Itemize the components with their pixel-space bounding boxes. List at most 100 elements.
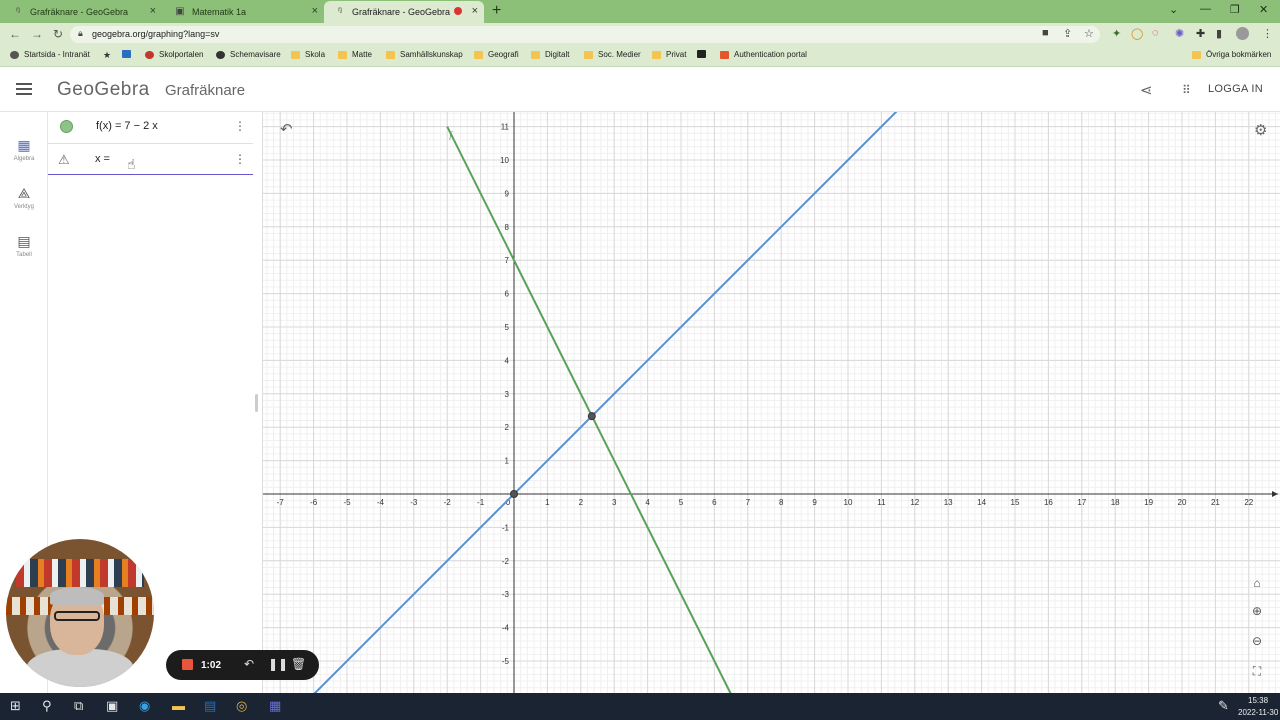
x-tick-label: 9	[812, 498, 817, 507]
address-bar[interactable]: geogebra.org/graphing?lang=sv	[70, 26, 1100, 43]
geogebra-icon: ᵑ	[338, 6, 342, 17]
fullscreen-icon[interactable]: ⛶	[1249, 664, 1265, 679]
rail-table[interactable]: ▤ Tabell	[0, 233, 48, 258]
x-tick-label: 19	[1144, 498, 1153, 507]
pen-icon[interactable]: ✎	[1218, 698, 1229, 714]
profile-avatar[interactable]	[1236, 27, 1249, 40]
bookmark-item[interactable]: Schemavisare	[216, 50, 281, 59]
y-tick-label: 4	[505, 356, 510, 365]
more-options-icon[interactable]: ⋮	[234, 152, 246, 166]
close-window-icon[interactable]: ✕	[1259, 3, 1268, 16]
search-icon[interactable]: ⚲	[42, 698, 52, 714]
zoom-out-icon[interactable]: ⊖	[1249, 634, 1265, 648]
extension-icon[interactable]: ◯	[1131, 27, 1143, 40]
edge-icon[interactable]: ◉	[139, 698, 150, 714]
extension-icon[interactable]: ◌	[1152, 27, 1159, 39]
camera-icon[interactable]: ■	[1042, 27, 1049, 39]
apps-grid-icon[interactable]: ⠿	[1182, 83, 1191, 97]
y-tick-label: 6	[505, 290, 510, 299]
sidepanel-icon[interactable]: ▮	[1216, 27, 1222, 40]
forward-icon[interactable]: →	[31, 27, 43, 41]
browser-menu-icon[interactable]: ⋮	[1262, 27, 1273, 40]
windows-start-icon[interactable]: ⊞	[10, 698, 21, 714]
close-tab-icon[interactable]: ×	[150, 5, 156, 17]
bookmark-folder[interactable]: Soc. Medier	[584, 50, 641, 59]
algebra-input[interactable]: x =	[95, 153, 110, 165]
hamburger-menu-icon[interactable]	[16, 83, 32, 95]
bookmark-star-icon[interactable]: ☆	[1084, 27, 1094, 40]
file-explorer-icon[interactable]: ▬	[172, 698, 185, 713]
extension-icon[interactable]: ✺	[1175, 27, 1184, 40]
graphics-view[interactable]: -7 -6 -5 -4 -3 -2 -1 0 1 2 3 4 5 6 7 8 9 10 11 12 13 14 15 16 17…	[263, 112, 1280, 693]
algebra-input-row[interactable]	[48, 143, 253, 175]
tab-2[interactable]: ᵑ Grafräknare - GeoGebra ×	[324, 1, 484, 23]
bookmark-item[interactable]	[122, 50, 136, 58]
bookmark-item[interactable]: Startsida - Intranät	[10, 50, 90, 59]
x-tick-label: -6	[310, 498, 318, 507]
rail-tools[interactable]: ⟁ Verktyg	[0, 185, 48, 210]
x-tick-label: 6	[712, 498, 717, 507]
tab-0[interactable]: ᵑ Grafräknare - GeoGebra ×	[2, 1, 162, 23]
settings-gear-icon[interactable]: ⚙	[1254, 121, 1267, 139]
x-tick-label: 15	[1011, 498, 1020, 507]
bookmark-label: Digitalt	[545, 50, 570, 59]
x-tick-label: 11	[877, 498, 886, 507]
tab-search-icon[interactable]: ⌄	[1169, 3, 1178, 16]
x-tick-label: 21	[1211, 498, 1220, 507]
bookmark-item[interactable]	[697, 50, 711, 58]
bookmark-item[interactable]: ★	[103, 50, 116, 60]
restore-icon[interactable]: ❐	[1230, 3, 1240, 16]
store-icon[interactable]: ▣	[106, 698, 118, 714]
teams-icon[interactable]: ▦	[269, 698, 281, 714]
back-icon[interactable]: ←	[9, 27, 21, 41]
bookmark-folder[interactable]: Skola	[291, 50, 325, 59]
bookmark-folder[interactable]: Geografi	[474, 50, 519, 59]
stop-recording-button[interactable]	[182, 659, 193, 670]
delete-icon[interactable]: 🗑︎	[291, 657, 306, 671]
rail-algebra[interactable]: ▦ Algebra	[0, 137, 48, 162]
y-tick-label: 3	[505, 390, 510, 399]
recording-timer: 1:02	[201, 660, 222, 671]
share-icon[interactable]: ⋖	[1140, 81, 1153, 99]
extension-icon[interactable]: ✦	[1112, 27, 1121, 40]
tab-1[interactable]: ▣ Matematik 1a ×	[164, 1, 324, 23]
pause-icon[interactable]: ❚❚	[268, 657, 288, 671]
x-tick-label: -4	[377, 498, 385, 507]
reload-icon[interactable]: ↻	[53, 27, 63, 41]
x-tick-label: -2	[444, 498, 452, 507]
warning-icon[interactable]: ⚠	[58, 152, 70, 168]
lock-icon[interactable]: 🔒︎	[78, 28, 83, 39]
more-options-icon[interactable]: ⋮	[234, 119, 246, 133]
bookmark-folder[interactable]: Samhällskunskap	[386, 50, 463, 59]
chrome-icon[interactable]: ◎	[236, 698, 247, 714]
login-button[interactable]: LOGGA IN	[1208, 83, 1263, 95]
algebra-expression[interactable]: f(x) = 7 − 2 x	[96, 120, 158, 132]
mouse-cursor: ☝	[127, 156, 136, 172]
extension-icon[interactable]: ✚	[1196, 27, 1205, 40]
share-page-icon[interactable]: ⇪	[1063, 27, 1072, 40]
outlook-icon[interactable]: ▤	[204, 698, 216, 714]
panel-resize-handle[interactable]	[255, 394, 258, 412]
new-tab-button[interactable]: +	[492, 2, 501, 20]
bookmark-folder[interactable]: Matte	[338, 50, 372, 59]
close-tab-icon[interactable]: ×	[312, 5, 318, 17]
visibility-toggle[interactable]	[60, 120, 73, 133]
minimize-icon[interactable]: —	[1200, 3, 1211, 15]
bookmark-item[interactable]: Authentication portal	[720, 50, 807, 59]
geogebra-logo: GeoGebra	[57, 79, 150, 100]
y-tick-label: 5	[505, 323, 510, 332]
bookmark-folder[interactable]: Privat	[652, 50, 686, 59]
close-tab-icon[interactable]: ×	[472, 5, 478, 17]
y-tick-label: -3	[502, 590, 510, 599]
zoom-in-icon[interactable]: ⊕	[1249, 604, 1265, 618]
restart-icon[interactable]: ↶	[244, 657, 254, 671]
task-view-icon[interactable]: ⧉	[74, 698, 83, 714]
bookmark-label: Authentication portal	[734, 50, 807, 59]
bookmark-item[interactable]: Skolportalen	[145, 50, 203, 59]
folder-icon	[291, 50, 300, 59]
other-bookmarks[interactable]: Övriga bokmärken	[1192, 50, 1271, 59]
home-icon[interactable]: ⌂	[1249, 576, 1265, 590]
bookmark-folder[interactable]: Digitalt	[531, 50, 569, 59]
undo-icon[interactable]: ↶	[280, 120, 293, 138]
x-tick-label: 13	[944, 498, 953, 507]
